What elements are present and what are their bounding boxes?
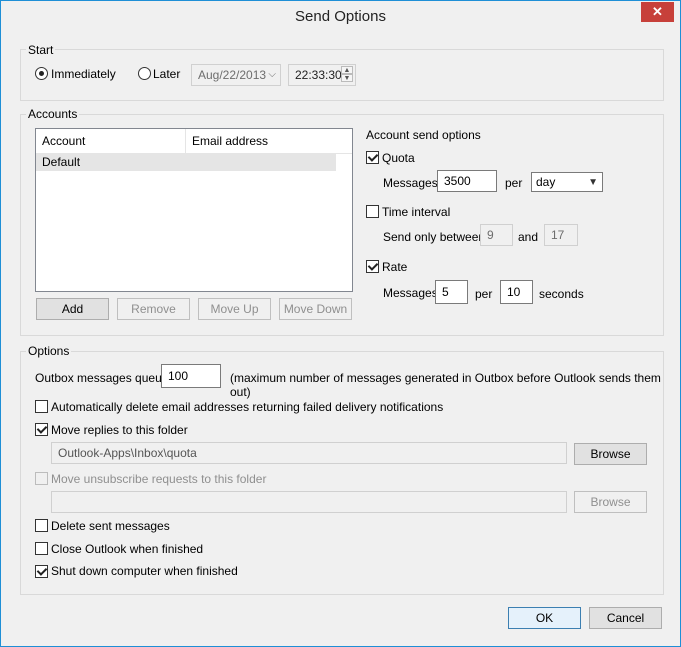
ok-button[interactable]: OK <box>508 607 581 629</box>
quota-per-label: per <box>505 176 523 190</box>
move-up-button[interactable]: Move Up <box>198 298 271 320</box>
spin-up-icon[interactable]: ▲ <box>341 66 353 74</box>
accounts-list-header: Account Email address <box>36 129 352 154</box>
accounts-group-label: Accounts <box>26 107 80 121</box>
close-outlook-checkbox[interactable] <box>35 542 48 555</box>
time-interval-checkbox[interactable] <box>366 205 379 218</box>
move-replies-checkbox[interactable] <box>35 423 48 436</box>
shutdown-label: Shut down computer when finished <box>51 564 238 578</box>
send-only-between-label: Send only between <box>383 230 486 244</box>
accounts-list[interactable]: Account Email address Default <box>35 128 353 292</box>
date-picker[interactable]: Aug/22/2013 ⌵ <box>191 64 281 86</box>
unsub-folder-input[interactable] <box>51 491 567 513</box>
outbox-queue-note: (maximum number of messages generated in… <box>230 371 661 399</box>
title-bar: Send Options ✕ <box>1 1 680 32</box>
later-radio[interactable] <box>138 67 151 80</box>
quota-messages-input[interactable]: 3500 <box>437 170 497 192</box>
chevron-down-icon: ⌵ <box>268 69 276 80</box>
dialog-title: Send Options <box>295 8 386 25</box>
options-group-label: Options <box>26 344 72 358</box>
date-value: Aug/22/2013 <box>198 68 267 82</box>
add-button[interactable]: Add <box>36 298 109 320</box>
interval-to-input[interactable]: 17 <box>544 224 578 246</box>
outbox-queue-input[interactable]: 100 <box>161 364 221 388</box>
time-interval-label: Time interval <box>382 205 451 219</box>
immediately-radio[interactable] <box>35 67 48 80</box>
account-name: Default <box>42 155 81 169</box>
close-outlook-label: Close Outlook when finished <box>51 542 204 556</box>
browse-unsub-button[interactable]: Browse <box>574 491 647 513</box>
browse-replies-button[interactable]: Browse <box>574 443 647 465</box>
move-unsub-label: Move unsubscribe requests to this folder <box>51 472 267 486</box>
chevron-down-icon: ▼ <box>588 177 598 188</box>
start-group-label: Start <box>26 43 56 57</box>
auto-delete-label: Automatically delete email addresses ret… <box>51 400 444 414</box>
time-value: 22:33:30 <box>295 68 342 82</box>
quota-period-select[interactable]: day ▼ <box>531 172 603 192</box>
quota-label: Quota <box>382 151 415 165</box>
close-button[interactable]: ✕ <box>641 2 674 22</box>
quota-checkbox[interactable] <box>366 151 379 164</box>
column-email[interactable]: Email address <box>186 129 346 153</box>
cancel-button[interactable]: Cancel <box>589 607 662 629</box>
rate-label: Rate <box>382 260 408 274</box>
account-send-options-title: Account send options <box>366 128 481 142</box>
delete-sent-checkbox[interactable] <box>35 519 48 532</box>
outbox-queue-label: Outbox messages queue <box>35 371 169 385</box>
shutdown-checkbox[interactable] <box>35 565 48 578</box>
column-account[interactable]: Account <box>36 129 186 153</box>
account-row[interactable]: Default <box>36 153 336 171</box>
quota-period-value: day <box>536 175 556 189</box>
send-options-dialog: Send Options ✕ Start Immediately Later A… <box>0 0 681 647</box>
rate-seconds-input[interactable]: 10 <box>500 280 533 304</box>
later-label: Later <box>153 67 181 81</box>
replies-folder-input[interactable]: Outlook-Apps\Inbox\quota <box>51 442 567 464</box>
time-spinner[interactable]: ▲ ▼ <box>341 66 353 83</box>
immediately-label: Immediately <box>51 67 116 81</box>
move-replies-label: Move replies to this folder <box>51 423 188 437</box>
auto-delete-checkbox[interactable] <box>35 400 48 413</box>
spin-down-icon[interactable]: ▼ <box>341 74 353 82</box>
interval-from-input[interactable]: 9 <box>480 224 513 246</box>
remove-button[interactable]: Remove <box>117 298 190 320</box>
move-unsub-checkbox[interactable] <box>35 472 48 485</box>
rate-checkbox[interactable] <box>366 260 379 273</box>
seconds-label: seconds <box>539 287 584 301</box>
move-down-button[interactable]: Move Down <box>279 298 352 320</box>
time-picker[interactable]: 22:33:30 ▲ ▼ <box>288 64 356 86</box>
delete-sent-label: Delete sent messages <box>51 519 170 533</box>
rate-messages-input[interactable]: 5 <box>435 280 468 304</box>
quota-messages-label: Messages <box>383 176 438 190</box>
and-label: and <box>518 230 539 244</box>
rate-messages-label: Messages <box>383 286 438 300</box>
rate-per-label: per <box>475 287 493 301</box>
